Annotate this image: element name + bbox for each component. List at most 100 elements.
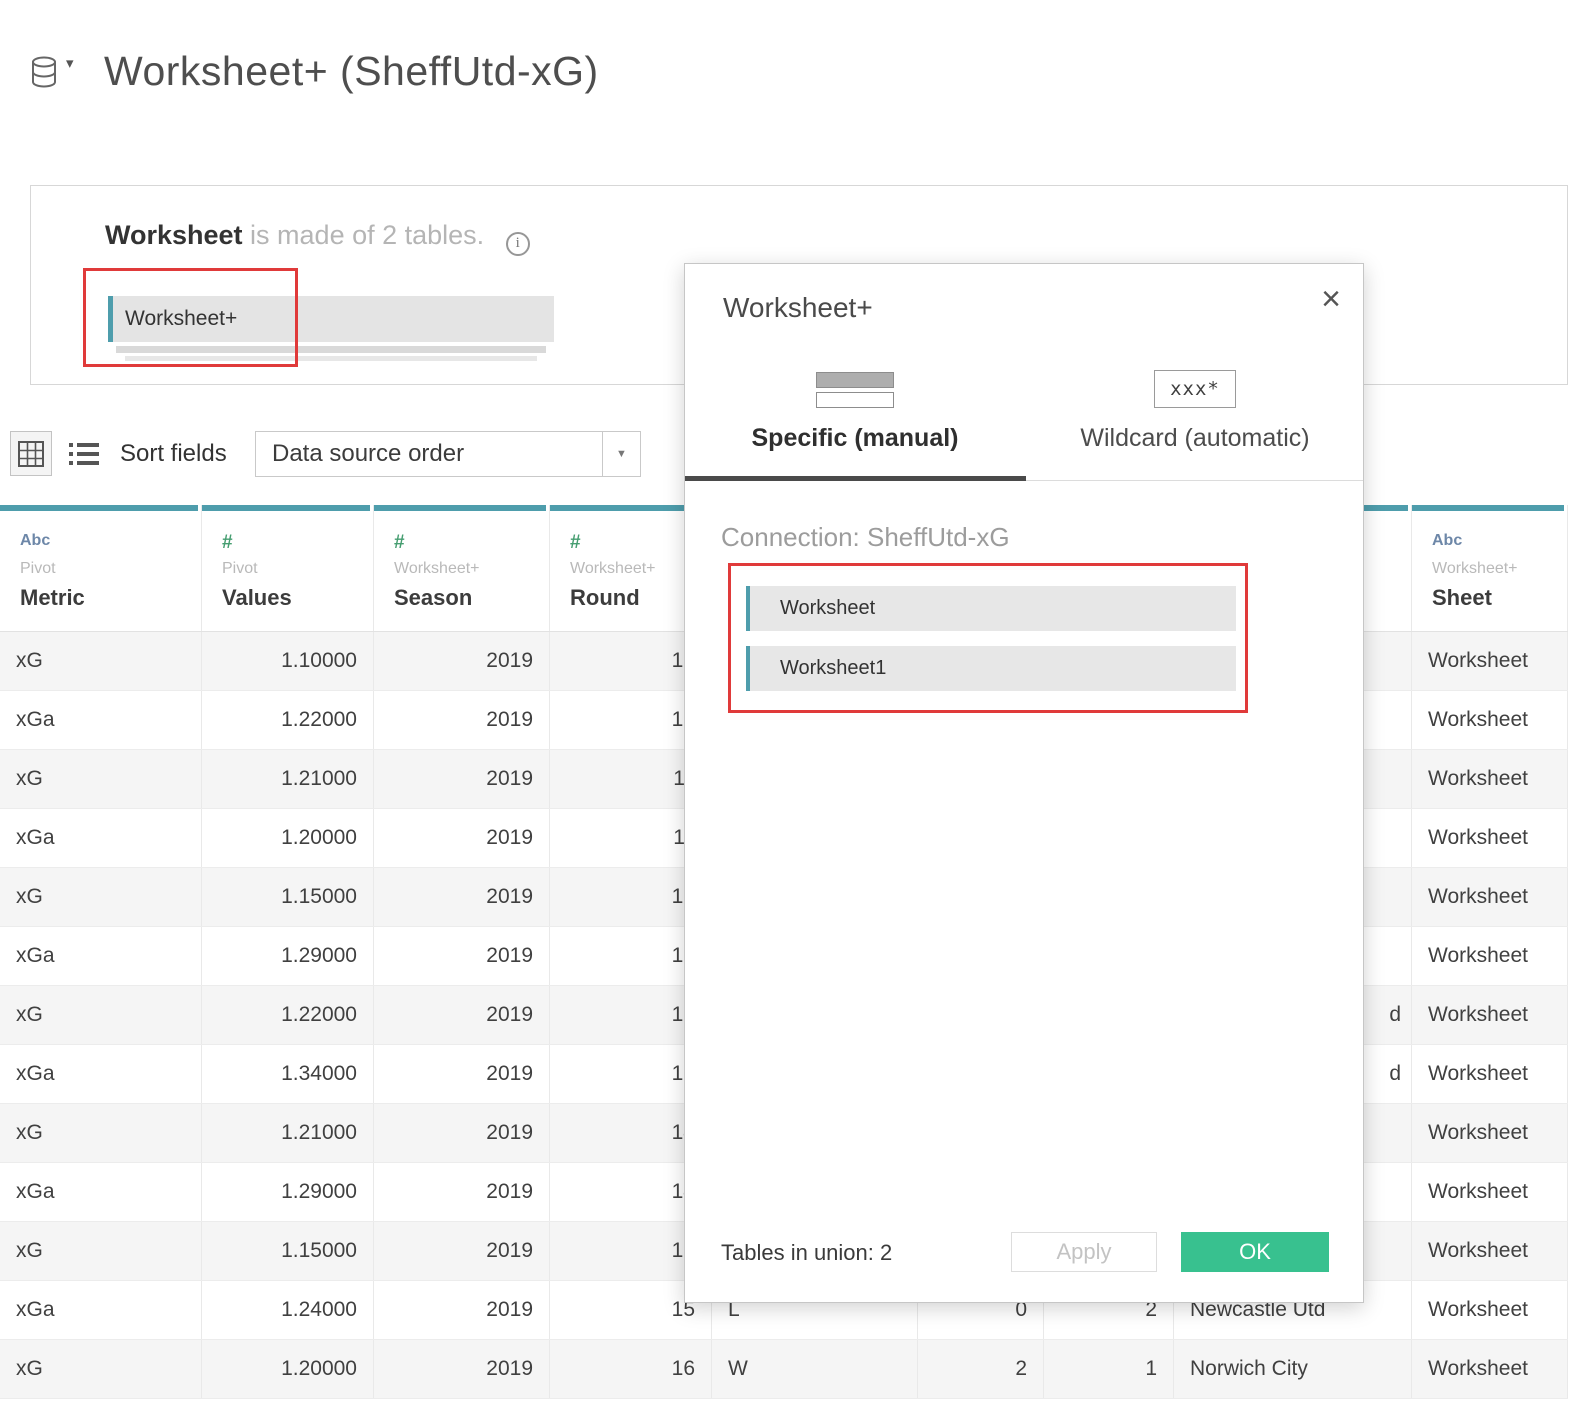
cell-values: 1.21000 bbox=[202, 1104, 374, 1162]
cell-season: 2019 bbox=[374, 750, 550, 808]
cell-metric: xG bbox=[0, 868, 202, 926]
cell-values: 1.20000 bbox=[202, 809, 374, 867]
cell-season: 2019 bbox=[374, 1222, 550, 1280]
sort-order-value: Data source order bbox=[272, 432, 464, 476]
cell-metric: xGa bbox=[0, 1045, 202, 1103]
cell-values: 1.29000 bbox=[202, 927, 374, 985]
cell-season: 2019 bbox=[374, 1340, 550, 1398]
cell-metric: xG bbox=[0, 1222, 202, 1280]
cell-sheet: Worksheet bbox=[1412, 1281, 1568, 1339]
column-source: Worksheet+ bbox=[394, 560, 549, 578]
cell-goals-against: 1 bbox=[1044, 1340, 1174, 1398]
column-name: Season bbox=[394, 585, 549, 611]
union-table-chip-label: Worksheet+ bbox=[125, 296, 237, 342]
cell-season: 2019 bbox=[374, 868, 550, 926]
cell-values: 1.29000 bbox=[202, 1163, 374, 1221]
page-title: Worksheet+ (SheffUtd-xG) bbox=[104, 48, 599, 95]
info-icon[interactable]: i bbox=[506, 232, 530, 256]
opponent-tail: d bbox=[1389, 1045, 1401, 1102]
cell-values: 1.22000 bbox=[202, 691, 374, 749]
cell-values: 1.34000 bbox=[202, 1045, 374, 1103]
cell-season: 2019 bbox=[374, 809, 550, 867]
datasource-caret-icon[interactable]: ▾ bbox=[66, 54, 74, 72]
connection-label: Connection: SheffUtd-xG bbox=[721, 522, 1010, 553]
opponent-text: Norwich City bbox=[1190, 1357, 1308, 1380]
datasource-database-icon[interactable] bbox=[28, 54, 60, 97]
cell-metric: xGa bbox=[0, 1163, 202, 1221]
cell-sheet: Worksheet bbox=[1412, 986, 1568, 1044]
column-source: Worksheet+ bbox=[1432, 560, 1567, 578]
table-row: xG 1.20000 2019 16 W 2 1 Norwich City Wo… bbox=[0, 1340, 1568, 1399]
cell-values: 1.22000 bbox=[202, 986, 374, 1044]
cell-sheet: Worksheet bbox=[1412, 1163, 1568, 1221]
wildcard-icon: xxx* bbox=[1154, 370, 1236, 408]
cell-values: 1.21000 bbox=[202, 750, 374, 808]
union-heading-name: Worksheet bbox=[105, 220, 243, 250]
cell-sheet: Worksheet bbox=[1412, 750, 1568, 808]
cell-sheet: Worksheet bbox=[1412, 1222, 1568, 1280]
cell-season: 2019 bbox=[374, 1104, 550, 1162]
cell-metric: xGa bbox=[0, 927, 202, 985]
column-name: Sheet bbox=[1432, 585, 1567, 611]
union-panel-heading: Worksheet is made of 2 tables. i bbox=[105, 220, 530, 256]
column-name: Metric bbox=[20, 585, 201, 611]
cell-result: W bbox=[712, 1340, 918, 1398]
opponent-tail: d bbox=[1389, 986, 1401, 1043]
column-accent-stripe bbox=[202, 505, 370, 511]
sort-fields-label: Sort fields bbox=[120, 440, 227, 468]
list-view-icon bbox=[68, 441, 100, 467]
tableau-datasource-page: ▾ Worksheet+ (SheffUtd-xG) Worksheet is … bbox=[0, 0, 1592, 1405]
column-accent-stripe bbox=[374, 505, 546, 511]
cell-values: 1.10000 bbox=[202, 632, 374, 690]
cell-metric: xGa bbox=[0, 809, 202, 867]
union-table-item-worksheet[interactable]: Worksheet bbox=[746, 586, 1236, 631]
type-number-icon: # bbox=[394, 532, 549, 552]
cell-season: 2019 bbox=[374, 1163, 550, 1221]
cell-season: 2019 bbox=[374, 632, 550, 690]
cell-season: 2019 bbox=[374, 927, 550, 985]
union-table-item-worksheet1[interactable]: Worksheet1 bbox=[746, 646, 1236, 691]
cell-sheet: Worksheet bbox=[1412, 632, 1568, 690]
list-view-button[interactable] bbox=[64, 437, 104, 471]
column-accent-stripe bbox=[1412, 505, 1564, 511]
ok-button[interactable]: OK bbox=[1181, 1232, 1329, 1272]
tab-wildcard-label: Wildcard (automatic) bbox=[1080, 424, 1309, 453]
cell-sheet: Worksheet bbox=[1412, 868, 1568, 926]
cell-sheet: Worksheet bbox=[1412, 927, 1568, 985]
grid-view-icon bbox=[18, 441, 44, 467]
grid-view-button[interactable] bbox=[10, 431, 52, 476]
cell-opponent: Norwich City bbox=[1174, 1340, 1412, 1398]
cell-metric: xGa bbox=[0, 691, 202, 749]
cell-values: 1.15000 bbox=[202, 868, 374, 926]
cell-metric: xGa bbox=[0, 1281, 202, 1339]
cell-metric: xG bbox=[0, 1104, 202, 1162]
column-header-values[interactable]: # Pivot Values bbox=[202, 505, 374, 631]
dialog-title: Worksheet+ bbox=[723, 292, 873, 324]
column-name: Values bbox=[222, 585, 373, 611]
column-accent-stripe bbox=[0, 505, 198, 511]
tab-specific-manual[interactable]: Specific (manual) bbox=[685, 356, 1025, 453]
info-icon-glyph: i bbox=[516, 235, 520, 252]
cell-season: 2019 bbox=[374, 1045, 550, 1103]
apply-button[interactable]: Apply bbox=[1011, 1232, 1157, 1272]
active-tab-indicator bbox=[685, 476, 1026, 481]
cell-metric: xG bbox=[0, 1340, 202, 1398]
cell-sheet: Worksheet bbox=[1412, 809, 1568, 867]
union-stack-shadow-1 bbox=[116, 346, 546, 353]
column-header-sheet[interactable]: Abc Worksheet+ Sheet bbox=[1412, 505, 1568, 631]
sort-order-dropdown[interactable]: Data source order ▼ bbox=[255, 431, 641, 477]
union-table-item-label: Worksheet bbox=[780, 586, 875, 631]
cell-metric: xG bbox=[0, 750, 202, 808]
cell-season: 2019 bbox=[374, 1281, 550, 1339]
tab-wildcard-automatic[interactable]: xxx* Wildcard (automatic) bbox=[1025, 356, 1365, 453]
column-header-season[interactable]: # Worksheet+ Season bbox=[374, 505, 550, 631]
cell-metric: xG bbox=[0, 986, 202, 1044]
chevron-down-icon[interactable]: ▼ bbox=[602, 432, 640, 476]
close-icon[interactable]: × bbox=[1321, 282, 1341, 316]
union-stack-shadow-2 bbox=[125, 356, 537, 361]
cell-season: 2019 bbox=[374, 986, 550, 1044]
union-table-chip[interactable]: Worksheet+ bbox=[108, 296, 554, 342]
column-header-metric[interactable]: Abc Pivot Metric bbox=[0, 505, 202, 631]
cell-round: 16 bbox=[550, 1340, 712, 1398]
tables-in-union-count: Tables in union: 2 bbox=[721, 1240, 892, 1266]
